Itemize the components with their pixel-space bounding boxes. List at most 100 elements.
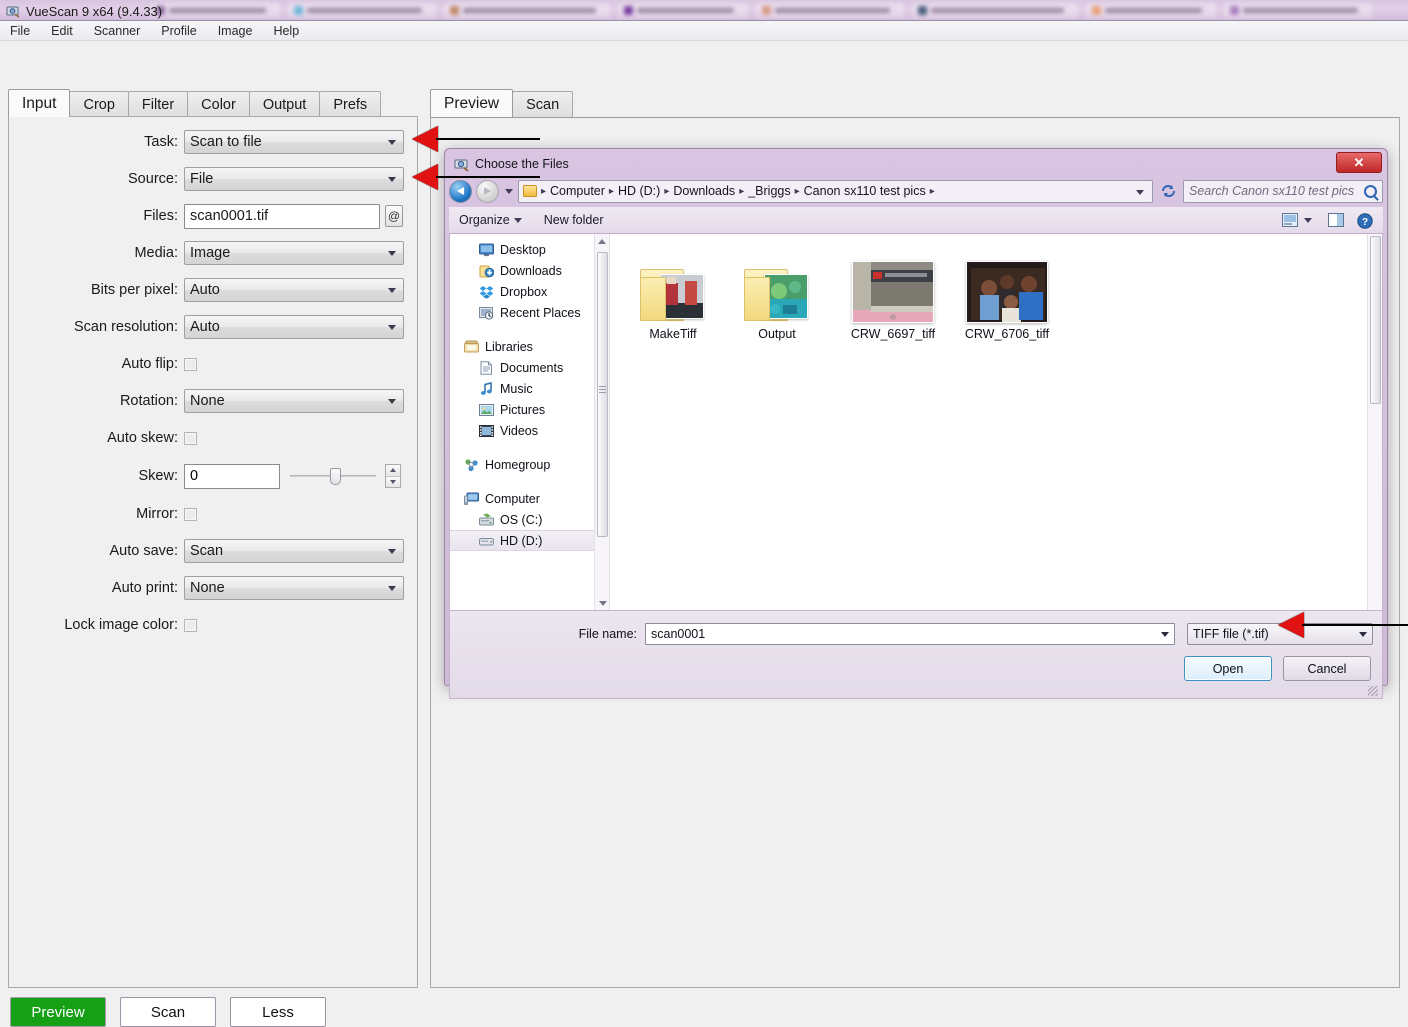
checkbox-mirror[interactable]	[184, 507, 197, 521]
cancel-button[interactable]: Cancel	[1283, 656, 1371, 681]
open-button[interactable]: Open	[1184, 656, 1272, 681]
combo-auto-print[interactable]: None	[184, 576, 404, 600]
folder-front	[640, 277, 666, 321]
tab-preview[interactable]: Preview	[430, 89, 514, 117]
view-dropdown-chevron-down-icon[interactable]	[1304, 217, 1312, 223]
checkbox-auto-flip[interactable]	[184, 357, 197, 371]
file-name-input[interactable]: scan0001	[645, 623, 1175, 645]
sidebar-item-documents[interactable]: Documents	[450, 357, 609, 378]
sidebar-item-hd-d[interactable]: HD (D:)	[450, 530, 609, 551]
menu-profile[interactable]: Profile	[159, 23, 198, 39]
skew-slider[interactable]	[290, 464, 376, 488]
list-item[interactable]: MakeTiff	[626, 248, 720, 341]
breadcrumb-item-computer[interactable]: Computer	[547, 184, 608, 198]
sidebar-item-computer[interactable]: Computer	[450, 488, 609, 509]
sidebar-item-recent-places[interactable]: Recent Places	[450, 302, 609, 323]
menu-help[interactable]: Help	[271, 23, 301, 39]
sidebar-item-os-c[interactable]: OS (C:)	[450, 509, 609, 530]
file-list-scrollbar[interactable]	[1367, 234, 1382, 610]
breadcrumb-item-hd-d[interactable]: HD (D:)	[615, 184, 663, 198]
skew-stepper-down[interactable]	[386, 476, 400, 487]
sidebar-scroll-up-button[interactable]	[595, 234, 609, 248]
chevron-down-icon[interactable]	[1136, 189, 1144, 195]
skew-stepper[interactable]	[385, 464, 401, 488]
sidebar-item-homegroup-label: Homegroup	[485, 457, 551, 472]
list-item[interactable]: CRW_6706_tiff	[960, 248, 1054, 341]
sidebar-item-downloads[interactable]: Downloads	[450, 260, 609, 281]
combo-task[interactable]: Scan to file	[184, 130, 404, 154]
menu-edit[interactable]: Edit	[49, 23, 75, 39]
tab-crop[interactable]: Crop	[69, 91, 129, 117]
menu-scanner[interactable]: Scanner	[92, 23, 143, 39]
label-task: Task:	[144, 134, 178, 150]
breadcrumb-item-canon-sx110[interactable]: Canon sx110 test pics	[801, 184, 929, 198]
scan-button[interactable]: Scan	[120, 997, 216, 1027]
view-layout-icon[interactable]	[1282, 213, 1298, 227]
sidebar-item-libraries[interactable]: Libraries	[450, 336, 609, 357]
search-input[interactable]: Search Canon sx110 test pics	[1183, 179, 1383, 203]
checkbox-lock-image-color[interactable]	[184, 618, 197, 632]
tab-prefs[interactable]: Prefs	[319, 91, 382, 117]
refresh-icon[interactable]	[1157, 180, 1179, 203]
checkbox-auto-skew[interactable]	[184, 431, 197, 445]
menu-image[interactable]: Image	[216, 23, 255, 39]
preview-button[interactable]: Preview	[10, 997, 106, 1027]
sidebar-scrollbar[interactable]	[594, 234, 609, 610]
label-media: Media:	[134, 245, 178, 261]
tab-filter[interactable]: Filter	[127, 91, 189, 117]
help-icon[interactable]: ?	[1357, 213, 1373, 229]
combo-bits-per-pixel[interactable]: Auto	[184, 278, 404, 302]
sidebar-item-videos[interactable]: Videos	[450, 420, 609, 441]
field-row-auto-skew: Auto skew:	[9, 426, 417, 450]
background-tab-title	[931, 7, 1064, 13]
skew-stepper-up[interactable]	[386, 465, 400, 477]
files-input[interactable]: scan0001.tif	[184, 203, 380, 229]
sidebar-item-homegroup[interactable]: Homegroup	[450, 454, 609, 475]
menu-file[interactable]: File	[8, 23, 32, 39]
tab-color-label: Color	[201, 96, 236, 113]
sidebar-item-dropbox[interactable]: Dropbox	[450, 281, 609, 302]
skew-slider-thumb[interactable]	[330, 468, 341, 485]
list-item[interactable]: CRW_6697_tiff	[846, 248, 940, 341]
organize-label: Organize	[459, 213, 510, 227]
resize-grip[interactable]	[1368, 686, 1378, 696]
input-settings-panel: Task: Scan to file Source: File Files: s…	[8, 116, 418, 988]
combo-source-value: File	[190, 171, 214, 187]
computer-icon	[464, 492, 479, 506]
file-list[interactable]: MakeTiff Output CRW_6697_tiff CRW_6706_t…	[610, 234, 1382, 610]
sidebar-item-desktop[interactable]: Desktop	[450, 239, 609, 260]
breadcrumb[interactable]: ▸ Computer ▸ HD (D:) ▸ Downloads ▸ _Brig…	[518, 179, 1153, 203]
breadcrumb-item-downloads[interactable]: Downloads	[670, 184, 738, 198]
sidebar-item-pictures[interactable]: Pictures	[450, 399, 609, 420]
tab-scan[interactable]: Scan	[512, 91, 574, 117]
preview-pane-icon[interactable]	[1328, 213, 1344, 227]
combo-scan-resolution[interactable]: Auto	[184, 315, 404, 339]
new-folder-button[interactable]: New folder	[544, 213, 604, 227]
tab-color[interactable]: Color	[187, 91, 250, 117]
search-icon	[1364, 184, 1377, 198]
tab-input[interactable]: Input	[8, 89, 71, 117]
tab-output[interactable]: Output	[248, 91, 321, 117]
chevron-down-icon[interactable]	[1161, 631, 1169, 637]
close-icon[interactable]: ✕	[1336, 152, 1382, 173]
desktop-icon	[479, 243, 494, 257]
combo-rotation[interactable]: None	[184, 389, 404, 413]
list-item[interactable]: Output	[730, 248, 824, 341]
sidebar-scroll-down-button[interactable]	[595, 596, 609, 610]
sidebar-item-music[interactable]: Music	[450, 378, 609, 399]
combo-auto-save[interactable]: Scan	[184, 539, 404, 563]
skew-input[interactable]: 0	[184, 463, 280, 489]
file-list-scrollbar-thumb[interactable]	[1370, 236, 1381, 404]
field-row-mirror: Mirror:	[9, 502, 417, 526]
list-item-label: CRW_6697_tiff	[850, 327, 936, 341]
less-button[interactable]: Less	[230, 997, 326, 1027]
sidebar-scrollbar-thumb[interactable]	[597, 252, 608, 537]
search-placeholder: Search Canon sx110 test pics	[1189, 184, 1355, 198]
field-row-bits-per-pixel: Bits per pixel: Auto	[9, 278, 417, 302]
combo-source[interactable]: File	[184, 167, 404, 191]
breadcrumb-item-briggs[interactable]: _Briggs	[745, 184, 793, 198]
at-button[interactable]: @	[385, 205, 403, 227]
combo-auto-save-value: Scan	[190, 543, 224, 559]
organize-button[interactable]: Organize	[459, 213, 522, 227]
combo-media[interactable]: Image	[184, 241, 404, 265]
